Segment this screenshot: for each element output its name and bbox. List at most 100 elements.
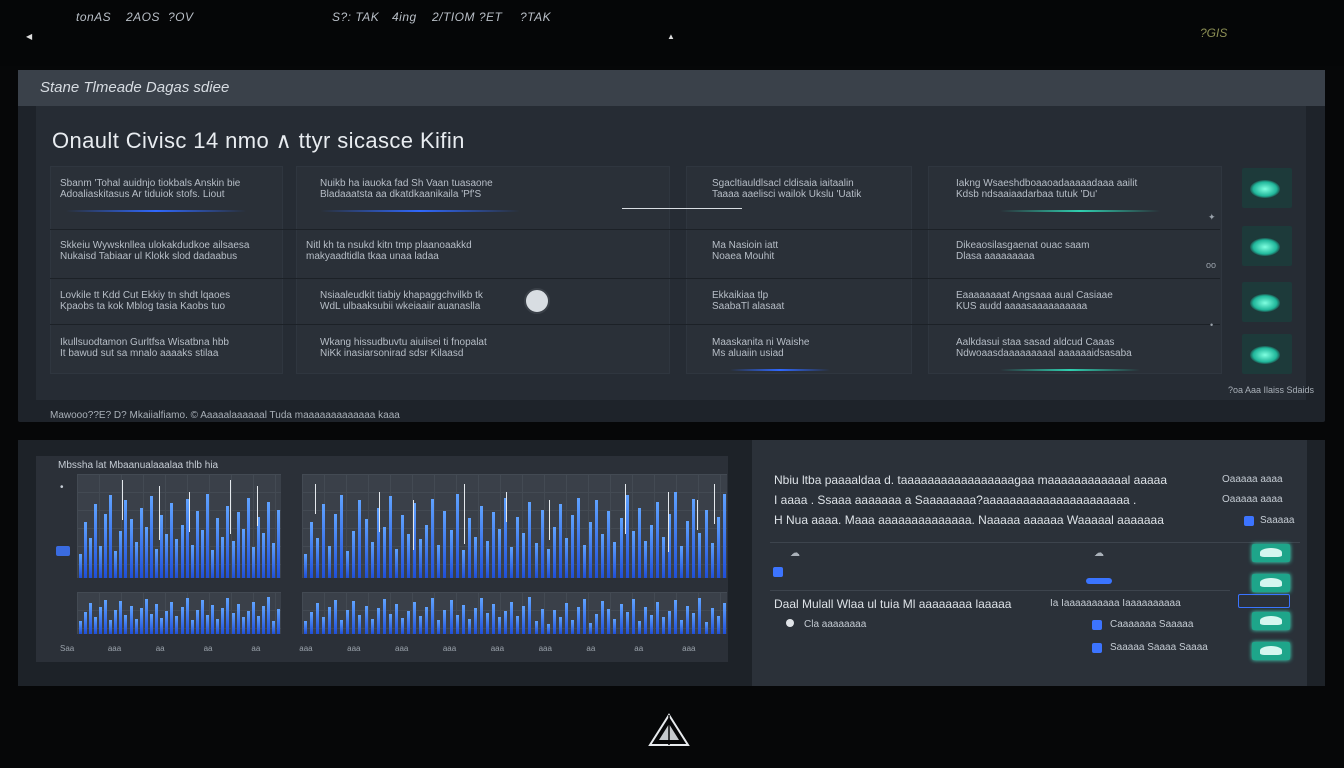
bar	[564, 537, 568, 578]
thumbnail-image[interactable]	[1242, 226, 1292, 266]
folder-icon[interactable]	[1092, 643, 1102, 653]
thumbnail-image[interactable]	[1252, 574, 1290, 592]
side-text-line: Nbiu ltba paaaaldaa d. taaaaaaaaaaaaaaaa…	[774, 473, 1168, 487]
list-item[interactable]: Wkang hissudbuvtu aiuiisei ti fnopalat N…	[320, 337, 520, 361]
chart-annotation-line	[506, 492, 507, 522]
bar	[185, 499, 189, 578]
bar	[431, 499, 435, 578]
bar	[443, 511, 447, 578]
overview-footer-right[interactable]: ?oa Aaa Ilaiss Sdaids	[1228, 385, 1314, 395]
row-divider	[50, 278, 1220, 279]
list-item[interactable]: Sbanm 'Tohal auidnjo tiokbals Anskin bie…	[60, 178, 274, 202]
thumbnail-image[interactable]	[1242, 168, 1292, 208]
thumbnail-image[interactable]	[1252, 544, 1290, 562]
legend-icon[interactable]	[56, 546, 70, 556]
top-bar-item[interactable]: 2AOS	[126, 10, 160, 24]
thumbnail-image[interactable]	[1252, 612, 1290, 630]
top-bar-item[interactable]: 4ing	[392, 10, 417, 24]
bar	[170, 503, 174, 578]
side-divider	[770, 590, 1230, 591]
side-list-item[interactable]: Cla aaaaaaaa	[804, 619, 866, 630]
list-item[interactable]: Aalkdasui staa sasad aldcud Caaas Ndwoaa…	[956, 337, 1212, 361]
bar	[180, 524, 184, 578]
overview-panel-title: Stane Tlmeade Dagas sdiee	[40, 79, 230, 96]
bar	[370, 541, 374, 578]
bar-chart-bottom-left[interactable]	[77, 592, 281, 634]
bar	[716, 516, 720, 578]
radio-dot[interactable]	[786, 619, 794, 627]
side-meta: Oaaaaa aaaa	[1222, 494, 1283, 505]
list-item[interactable]: Eaaaaaaaat Angsaaa aual Casiaae KUS audd…	[956, 290, 1212, 314]
list-item[interactable]: Nitl kh ta nsukd kitn tmp plaanoaakkd ma…	[306, 240, 536, 264]
bar	[226, 505, 230, 578]
bar	[340, 619, 344, 634]
top-bar-item[interactable]: ?OV	[168, 10, 194, 24]
top-bar-item[interactable]: tonAS	[76, 10, 111, 24]
bar	[277, 509, 281, 578]
bar	[595, 500, 599, 578]
folder-icon[interactable]	[1092, 620, 1102, 630]
bar-chart-bottom-right[interactable]	[302, 592, 727, 634]
top-bar-item[interactable]: 2/TIOM ?ET	[432, 10, 502, 24]
bar	[710, 543, 714, 578]
bar	[200, 600, 204, 634]
list-item[interactable]: Iakng Wsaeshdboaaoadaaaaadaaa aailit Kds…	[956, 178, 1212, 202]
row-divider	[50, 229, 1220, 230]
bar	[277, 608, 281, 634]
chart-annotation-line	[121, 480, 123, 520]
bar	[144, 527, 148, 578]
chart-annotation-line	[697, 500, 699, 530]
bar	[577, 606, 581, 634]
side-list-item[interactable]: Caaaaaaa Saaaaa	[1110, 619, 1193, 630]
marker-icon[interactable]	[773, 567, 783, 577]
list-item[interactable]: Sgacltiauldlsacl cldisaia iaitaalin Taaa…	[712, 178, 902, 202]
bar	[425, 524, 429, 578]
bar-chart-top-left[interactable]	[77, 474, 281, 578]
list-item[interactable]: Lovkile tt Kdd Cut Ekkiy tn shdt lqaoes …	[60, 290, 274, 314]
highlight-line	[320, 210, 520, 212]
avatar[interactable]	[524, 288, 550, 314]
thumbnail-image[interactable]	[1242, 334, 1292, 374]
thumbnail-image[interactable]	[1242, 282, 1292, 322]
bar	[88, 537, 92, 578]
bar	[165, 533, 169, 578]
bar	[382, 598, 386, 634]
x-tick-label: aa	[586, 644, 596, 653]
bar	[686, 520, 690, 578]
caret-up-icon[interactable]: ▲	[667, 32, 675, 41]
bar	[346, 610, 350, 634]
bar	[492, 603, 496, 634]
bar	[109, 619, 113, 634]
bar	[692, 613, 696, 634]
x-tick-label: aaa	[299, 644, 313, 653]
bar	[716, 616, 720, 634]
top-bar-item[interactable]: ?TAK	[520, 10, 551, 24]
bar	[467, 619, 471, 634]
list-item[interactable]: Ikullsuodtamon Gurltfsa Wisatbna hbb It …	[60, 337, 274, 361]
bar	[455, 493, 459, 578]
folder-icon[interactable]	[1244, 516, 1254, 526]
top-bar-item[interactable]: S?: TAK	[332, 10, 379, 24]
bar-chart-top-right[interactable]	[302, 474, 727, 578]
thumbnail-image[interactable]	[1252, 642, 1290, 660]
bar	[83, 521, 87, 578]
list-item[interactable]: Ma Nasioin iatt Noaea Mouhit	[712, 240, 902, 264]
bar	[98, 607, 102, 634]
list-item[interactable]: Skkeiu Wywsknllea ulokakdudkoe ailsaesa …	[60, 240, 274, 264]
bar	[98, 545, 102, 578]
list-item[interactable]: Ekkaikiaa tlp SaabaTl alasaat	[712, 290, 902, 314]
bar	[129, 519, 133, 578]
side-list-item[interactable]: Saaaaa Saaaa Saaaa	[1110, 642, 1208, 653]
caret-left-icon[interactable]: ◀	[26, 32, 32, 41]
list-item[interactable]: Nsiaaleudkit tiabiy khapaggchvilkb tk Wd…	[320, 290, 520, 314]
bar	[522, 606, 526, 634]
bar	[221, 536, 225, 578]
list-item[interactable]: Dikeaosilasgaenat ouac saam Dlasa aaaaaa…	[956, 240, 1212, 264]
list-item[interactable]: Maaskanita ni Waishe Ms aluaiin usiad	[712, 337, 902, 361]
thumbnail-image[interactable]	[1238, 594, 1290, 608]
side-meta[interactable]: Saaaaa	[1260, 515, 1294, 526]
chart-annotation-line	[314, 484, 316, 514]
bar	[236, 512, 240, 578]
list-item[interactable]: Nuikb ha iauoka fad Sh Vaan tuasaone Bla…	[320, 178, 660, 202]
row-divider	[50, 324, 1220, 325]
